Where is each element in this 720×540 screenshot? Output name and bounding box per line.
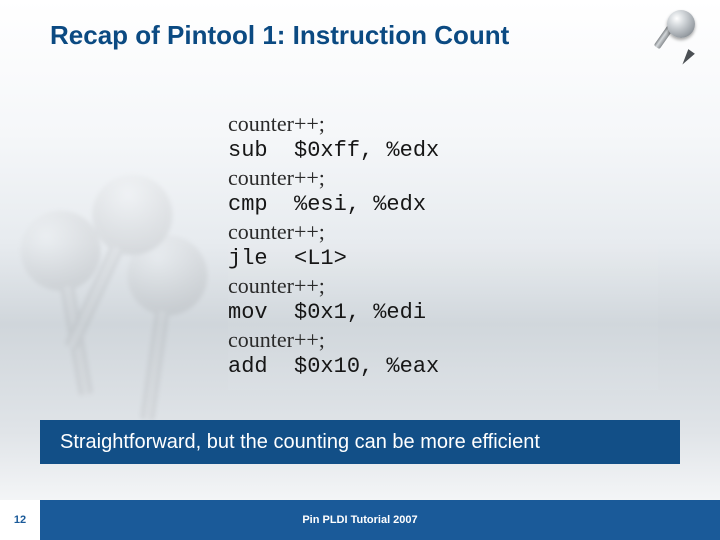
slide-title: Recap of Pintool 1: Instruction Count [50,20,650,51]
callout-bar: Straightforward, but the counting can be… [40,420,680,464]
footer-text: Pin PLDI Tutorial 2007 [0,500,720,540]
code-line: counter++; [228,218,658,245]
code-line: counter++; [228,272,658,299]
code-line: sub $0xff, %edx [228,137,658,164]
pushpin-icon [645,10,695,80]
page-number: 12 [0,500,40,540]
code-line: mov $0x1, %edi [228,299,658,326]
code-line: counter++; [228,110,658,137]
code-line: counter++; [228,326,658,353]
code-block: counter++; sub $0xff, %edx counter++; cm… [228,110,658,390]
slide: Recap of Pintool 1: Instruction Count co… [0,0,720,540]
code-line: counter++; [228,164,658,191]
code-line: add $0x10, %eax [228,353,658,380]
code-line: cmp %esi, %edx [228,191,658,218]
code-line: jle <L1> [228,245,658,272]
callout-text: Straightforward, but the counting can be… [60,431,540,454]
